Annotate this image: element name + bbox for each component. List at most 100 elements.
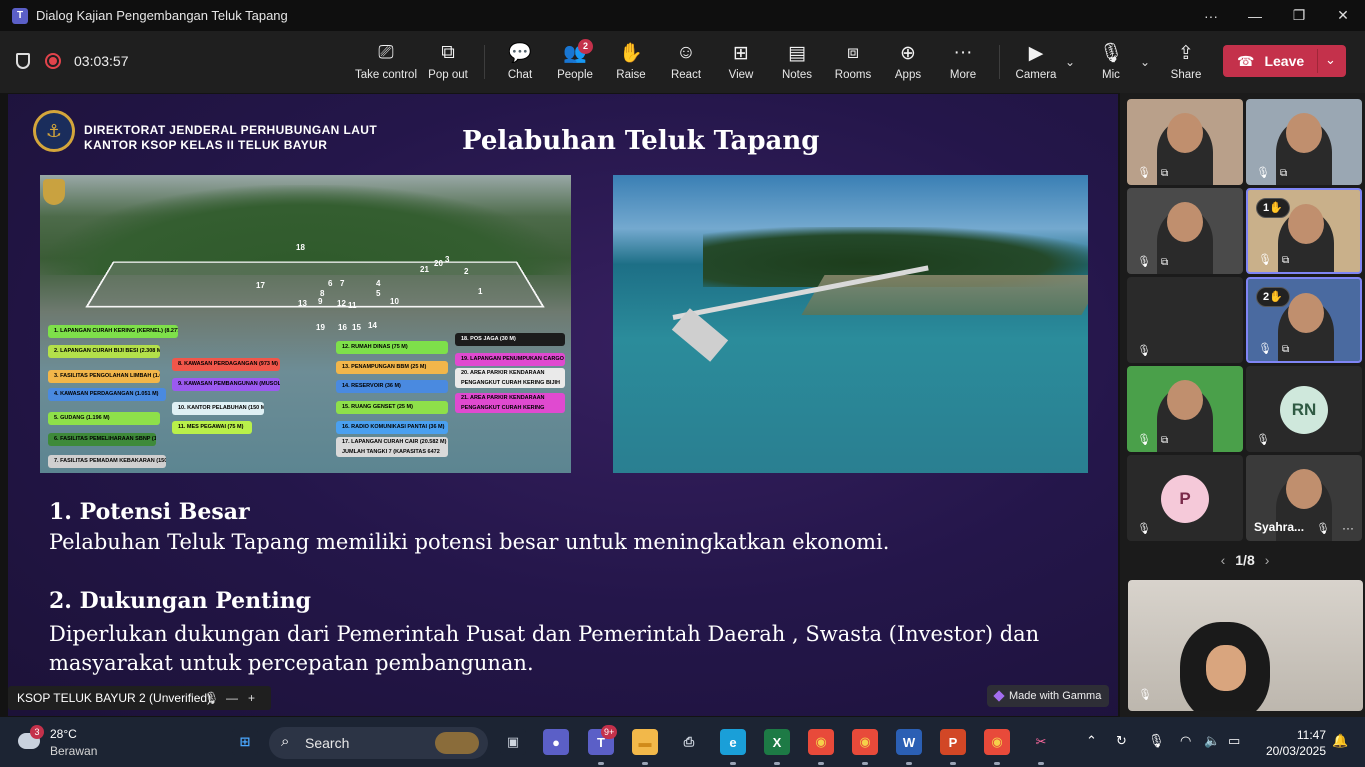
camera-button[interactable]: ▶ Camera xyxy=(1005,41,1067,87)
battery-icon[interactable]: ▭ xyxy=(1228,733,1240,749)
screen-share-icon: ⧉ xyxy=(1282,344,1290,355)
search-icon: ⌕ xyxy=(281,733,290,750)
screen-share-icon: ⧉ xyxy=(1282,255,1290,266)
participant-tile-p10[interactable]: Syahra... 🎙 ··· xyxy=(1246,455,1362,541)
legend-item: 6. FASILITAS PEMELIHARAAN SBNP (150 M) xyxy=(48,433,156,446)
notes-button[interactable]: ▤ Notes xyxy=(766,41,828,87)
taskbar-search[interactable]: ⌕ Search xyxy=(269,727,488,759)
pop-out-label: Pop out xyxy=(428,69,468,81)
running-indicator xyxy=(642,762,648,765)
participant-tile-p6[interactable]: 2✋ 🎙 ⧉ xyxy=(1246,277,1362,363)
legend-item: 11. MES PEGAWAI (75 M) xyxy=(172,421,252,434)
camera-options-chevron-icon[interactable]: ⌄ xyxy=(1065,55,1075,69)
raised-hand-icon: 2✋ xyxy=(1256,287,1290,307)
participant-avatar: RN xyxy=(1280,386,1328,434)
expand-stage-icon[interactable]: + xyxy=(248,686,255,710)
participant-tile-p4[interactable]: 1✋ 🎙 ⧉ xyxy=(1246,188,1362,274)
participant-face xyxy=(1167,113,1203,153)
weather-widget[interactable]: 3 xyxy=(16,725,46,757)
sync-icon[interactable]: ↻ xyxy=(1116,733,1127,749)
participant-avatar: P xyxy=(1161,475,1209,523)
map-number-marker: 19 xyxy=(316,323,325,332)
search-label: Search xyxy=(305,735,350,751)
react-button[interactable]: ☺ React xyxy=(655,41,717,87)
legend-item: 2. LAPANGAN CURAH BIJI BESI (2.308 M) xyxy=(48,345,160,358)
map-number-marker: 11 xyxy=(348,301,357,310)
meeting-toolbar: 03:03:57 ⎚ Take control ⧉ Pop out 💬 Chat 👥 Peop… xyxy=(0,31,1365,93)
printer-icon[interactable]: ⎙ xyxy=(676,729,702,755)
leave-split xyxy=(1317,49,1318,73)
task-view-icon[interactable]: ▣ xyxy=(500,729,526,755)
shield-icon[interactable] xyxy=(16,53,30,69)
volume-icon[interactable]: 🔈 xyxy=(1204,733,1220,749)
mic-button[interactable]: 🎙 Mic xyxy=(1080,41,1142,87)
participant-tile-p9[interactable]: P 🎙 xyxy=(1127,455,1243,541)
meet-icon[interactable]: ● xyxy=(543,729,569,755)
share-icon: ⇪ xyxy=(1178,42,1194,64)
notification-bell-icon[interactable]: 🔔 xyxy=(1332,733,1348,749)
explorer-icon[interactable]: ▬ xyxy=(632,729,658,755)
participant-tile-p1[interactable]: 🎙 ⧉ xyxy=(1127,99,1243,185)
edge-icon[interactable]: e xyxy=(720,729,746,755)
excel-icon[interactable]: X xyxy=(764,729,790,755)
prev-page-icon[interactable]: ‹ xyxy=(1221,552,1226,568)
powerpoint-icon[interactable]: P xyxy=(940,729,966,755)
leave-button[interactable]: ☎ Leave ⌄ xyxy=(1223,45,1346,77)
point2-heading: 2. Dukungan Penting xyxy=(49,588,312,614)
share-button[interactable]: ⇪ Share xyxy=(1155,41,1217,87)
chevron-up-icon[interactable]: ⌃ xyxy=(1086,733,1097,749)
view-button[interactable]: ⊞ View xyxy=(710,41,772,87)
participant-tile-p7[interactable]: 🎙 ⧉ xyxy=(1127,366,1243,452)
participant-tile-p2[interactable]: 🎙 ⧉ xyxy=(1246,99,1362,185)
next-page-icon[interactable]: › xyxy=(1265,552,1270,568)
mic-icon: 🎙 xyxy=(1098,43,1124,64)
people-button[interactable]: 👥 People 2 xyxy=(544,39,606,87)
snip-icon[interactable]: ✂ xyxy=(1028,729,1054,755)
chrome-3-icon[interactable]: ◉ xyxy=(984,729,1010,755)
ministry-logo-icon: ⚓ xyxy=(33,110,75,152)
self-view-video: 🎙 xyxy=(1128,580,1363,711)
more-options-icon[interactable]: ··· xyxy=(1342,521,1354,535)
rooms-icon: ⧈ xyxy=(846,42,860,63)
camera-label: Camera xyxy=(1015,69,1057,81)
made-with-gamma-badge[interactable]: Made with Gamma xyxy=(987,685,1109,707)
raise-button[interactable]: ✋ Raise xyxy=(600,41,662,87)
word-icon[interactable]: W xyxy=(896,729,922,755)
chrome-2-icon[interactable]: ◉ xyxy=(852,729,878,755)
apps-button[interactable]: ⊕ Apps xyxy=(877,41,939,87)
minimize-button[interactable]: — xyxy=(1233,0,1277,31)
chat-icon: 💬 xyxy=(508,43,532,64)
apps-label: Apps xyxy=(894,69,922,81)
close-window-button[interactable]: ✕ xyxy=(1321,0,1365,31)
legend-item: 21. AREA PARKIR KENDARAAN PENGANGKUT CUR… xyxy=(455,393,565,413)
screen-share-icon: ⧉ xyxy=(1161,435,1169,446)
system-clock[interactable]: 11:47 20/03/2025 xyxy=(1256,727,1326,759)
more-button[interactable]: ··· More xyxy=(932,41,994,87)
participant-tile-p5[interactable]: 🎙 xyxy=(1127,277,1243,363)
mic-off-icon[interactable]: 🎙 xyxy=(1148,733,1165,749)
wifi-icon[interactable]: ◠ xyxy=(1180,733,1191,749)
maximize-button[interactable]: ❐ xyxy=(1277,0,1321,31)
pop-out-icon: ⧉ xyxy=(441,42,455,63)
participant-tile-p8[interactable]: RN 🎙 xyxy=(1246,366,1362,452)
take-control-button[interactable]: ⎚ Take control xyxy=(355,41,417,87)
chat-label: Chat xyxy=(507,69,533,81)
mic-off-icon: 🎙 xyxy=(1137,434,1151,446)
mic-off-icon: 🎙 xyxy=(1137,167,1151,179)
legend-item: 5. GUDANG (1.196 M) xyxy=(48,412,160,425)
minimize-stage-icon[interactable]: — xyxy=(226,686,238,710)
chat-button[interactable]: 💬 Chat xyxy=(489,41,551,87)
running-indicator xyxy=(994,762,1000,765)
start-icon[interactable]: ⊞ xyxy=(232,729,258,755)
pop-out-button[interactable]: ⧉ Pop out xyxy=(417,41,479,87)
chrome-icon[interactable]: ◉ xyxy=(808,729,834,755)
participant-tile-p3[interactable]: 🎙 ⧉ xyxy=(1127,188,1243,274)
rooms-button[interactable]: ⧈ Rooms xyxy=(822,41,884,87)
map-number-marker: 21 xyxy=(420,265,429,274)
running-indicator xyxy=(906,762,912,765)
window-options-icon[interactable]: ··· xyxy=(1189,0,1233,31)
shared-slide: ⚓ DIREKTORAT JENDERAL PERHUBUNGAN LAUT K… xyxy=(8,94,1118,716)
leave-options-chevron-icon[interactable]: ⌄ xyxy=(1325,52,1336,68)
participant-name: Syahra... xyxy=(1254,520,1305,534)
mic-options-chevron-icon[interactable]: ⌄ xyxy=(1140,55,1150,69)
